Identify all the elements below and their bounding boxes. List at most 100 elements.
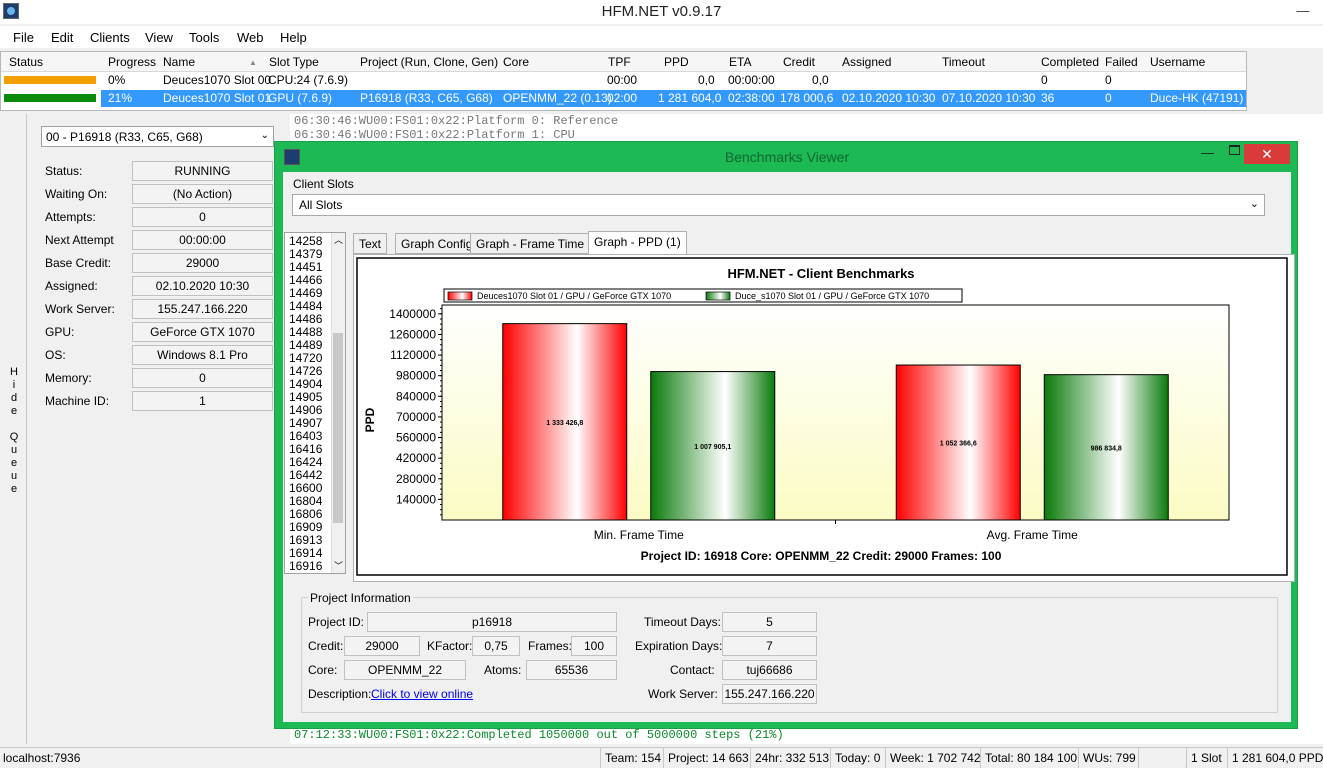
project-id-value: p16918	[367, 612, 617, 632]
completed-cell: 0	[1041, 73, 1048, 87]
slot-type-cell: GPU (7.6.9)	[268, 91, 333, 105]
project-list-item[interactable]: 14907	[289, 416, 322, 430]
eta-cell: 00:00:00	[728, 73, 775, 87]
table-row[interactable]: 0% Deuces1070 Slot 00 CPU:24 (7.6.9) 00:…	[1, 72, 1246, 89]
scroll-up-icon[interactable]: ︿	[334, 233, 343, 246]
project-list-item[interactable]: 16804	[289, 494, 322, 508]
col-project[interactable]: Project (Run, Clone, Gen)	[360, 55, 498, 69]
description-link[interactable]: Click to view online	[371, 687, 473, 701]
scrollbar-thumb[interactable]	[333, 333, 343, 523]
col-completed[interactable]: Completed	[1041, 55, 1099, 69]
project-id-label: Project ID:	[308, 615, 365, 629]
work-unit-select-value: 00 - P16918 (R33, C65, G68)	[46, 130, 203, 144]
work-server-value: 155.247.166.220	[722, 684, 817, 704]
menu-help[interactable]: Help	[280, 30, 307, 45]
project-list-item[interactable]: 14489	[289, 338, 322, 352]
status-value: RUNNING	[132, 161, 273, 181]
col-username[interactable]: Username	[1150, 55, 1205, 69]
chart-legend: Deuces1070 Slot 01 / GPU / GeForce GTX 1…	[443, 288, 963, 303]
minimize-icon[interactable]: —	[1290, 0, 1316, 22]
project-list-item[interactable]: 16600	[289, 481, 322, 495]
tab-graph-config[interactable]: Graph Config	[395, 233, 479, 254]
work-unit-select[interactable]: 00 - P16918 (R33, C65, G68) ⌄	[41, 126, 274, 147]
project-list-item[interactable]: 14488	[289, 325, 322, 339]
client-slots-select[interactable]: All Slots ⌄	[292, 194, 1265, 216]
col-credit[interactable]: Credit	[783, 55, 815, 69]
waiting-on-value: (No Action)	[132, 184, 273, 204]
tab-text[interactable]: Text	[353, 233, 388, 254]
credit-cell: 178 000,6	[780, 91, 834, 105]
status-total: Total: 80 184 100	[985, 751, 1078, 765]
project-list-item[interactable]: 16403	[289, 429, 322, 443]
col-status[interactable]: Status	[9, 55, 43, 69]
timeout-days-label: Timeout Days:	[644, 615, 721, 629]
project-list-item[interactable]: 14484	[289, 299, 322, 313]
table-row[interactable]: 21% Deuces1070 Slot 01 GPU (7.6.9) P1691…	[1, 90, 1246, 107]
menu-tools[interactable]: Tools	[189, 30, 219, 45]
core-value: OPENMM_22	[344, 660, 466, 680]
project-list-item[interactable]: 16913	[289, 533, 322, 547]
col-core[interactable]: Core	[503, 55, 529, 69]
y-tick-label: 420000	[396, 451, 436, 465]
col-slot-type[interactable]: Slot Type	[269, 55, 319, 69]
project-list-item[interactable]: 14486	[289, 312, 322, 326]
close-button[interactable]: ✕	[1244, 144, 1290, 164]
menu-edit[interactable]: Edit	[51, 30, 73, 45]
hide-queue-char: i	[12, 379, 16, 391]
col-name[interactable]: Name	[163, 55, 195, 69]
project-list-item[interactable]: 16416	[289, 442, 322, 456]
project-list-item[interactable]: 14466	[289, 273, 322, 287]
col-failed[interactable]: Failed	[1105, 55, 1138, 69]
base-credit-label: Base Credit:	[45, 256, 112, 270]
menu-file[interactable]: File	[13, 30, 34, 45]
maximize-icon[interactable]	[1229, 145, 1240, 155]
scroll-down-icon[interactable]: ﹀	[334, 559, 343, 572]
project-list[interactable]: ︿ ﹀ 14258 14379 14451 14466 14469 14484 14486 1…	[284, 232, 346, 574]
project-list-item[interactable]: 14451	[289, 260, 322, 274]
project-list-item[interactable]: 16909	[289, 520, 322, 534]
memory-label: Memory:	[45, 371, 92, 385]
core-label: Core:	[308, 663, 338, 677]
project-list-item[interactable]: 14905	[289, 390, 322, 404]
col-tpf[interactable]: TPF	[608, 55, 631, 69]
waiting-on-label: Waiting On:	[45, 187, 108, 201]
assigned-value: 02.10.2020 10:30	[132, 276, 273, 296]
project-list-item[interactable]: 16916	[289, 559, 322, 573]
project-list-item[interactable]: 16442	[289, 468, 322, 482]
client-slots-value: All Slots	[299, 198, 343, 212]
minimize-icon[interactable]: —	[1201, 145, 1214, 160]
project-list-item[interactable]: 16914	[289, 546, 322, 560]
col-eta[interactable]: ETA	[729, 55, 751, 69]
menu-clients[interactable]: Clients	[90, 30, 130, 45]
project-list-item[interactable]: 16806	[289, 507, 322, 521]
project-list-item[interactable]: 16424	[289, 455, 322, 469]
col-progress[interactable]: Progress	[108, 55, 156, 69]
menu-web[interactable]: Web	[237, 30, 264, 45]
status-today: Today: 0	[835, 751, 881, 765]
tab-graph-ppd[interactable]: Graph - PPD (1)	[588, 231, 687, 255]
dialog-title: Benchmarks Viewer	[724, 149, 850, 165]
col-assigned[interactable]: Assigned	[842, 55, 891, 69]
project-list-item[interactable]: 14720	[289, 351, 322, 365]
credit-cell: 0,0	[812, 73, 829, 87]
legend-label: Deuces1070 Slot 01 / GPU / GeForce GTX 1…	[477, 291, 671, 301]
project-list-item[interactable]: 14258	[289, 234, 322, 248]
project-list-item[interactable]: 14379	[289, 247, 322, 261]
chevron-down-icon: ⌄	[260, 130, 269, 141]
work-server-label: Work Server:	[648, 687, 718, 701]
chart-footer: Project ID: 16918 Core: OPENMM_22 Credit…	[641, 549, 1002, 563]
description-label: Description:	[308, 687, 372, 701]
menu-view[interactable]: View	[145, 30, 173, 45]
project-list-item[interactable]: 14904	[289, 377, 322, 391]
project-list-item[interactable]: 14726	[289, 364, 322, 378]
os-value: Windows 8.1 Pro	[132, 345, 273, 365]
expiration-days-value: 7	[722, 636, 817, 656]
y-tick-label: 840000	[396, 389, 436, 403]
y-tick-label: 980000	[396, 369, 436, 383]
col-ppd[interactable]: PPD	[664, 55, 689, 69]
gpu-label: GPU:	[45, 325, 75, 339]
col-timeout[interactable]: Timeout	[942, 55, 985, 69]
project-list-item[interactable]: 14906	[289, 403, 322, 417]
project-list-item[interactable]: 14469	[289, 286, 322, 300]
hide-queue-button[interactable]: H i d e Q u e u e	[0, 114, 27, 744]
